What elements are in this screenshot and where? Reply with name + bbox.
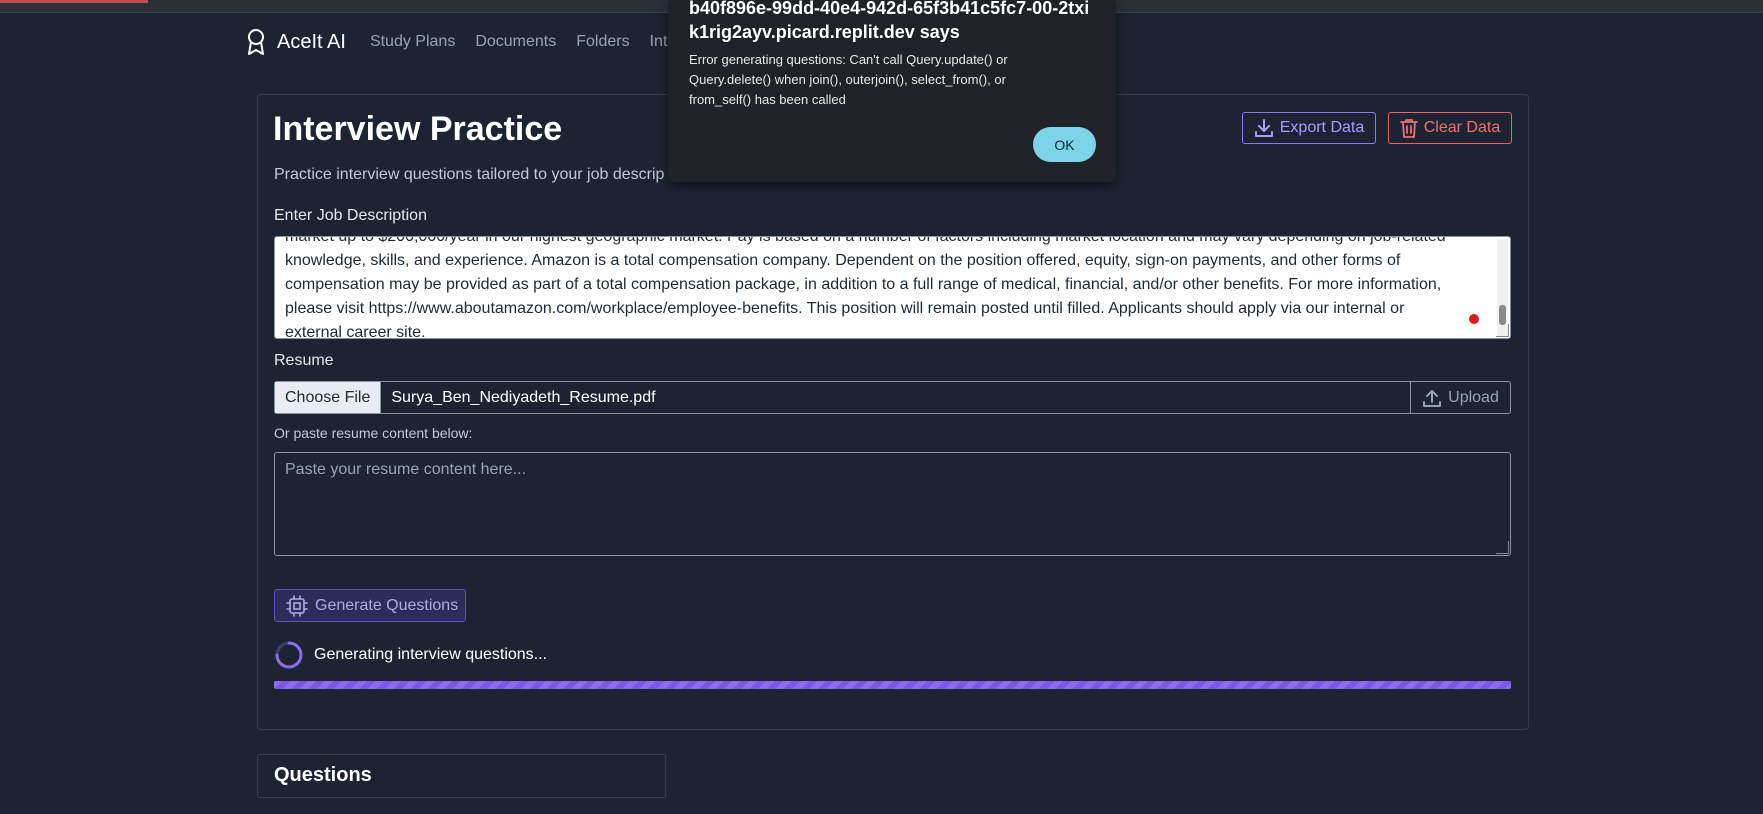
nav-link-documents[interactable]: Documents (475, 33, 556, 51)
questions-title: Questions (274, 764, 372, 786)
job-description-line: knowledge, skills, and experience. Amazo… (285, 252, 1401, 269)
dialog-origin-text: b40f896e-99dd-40e4-942d-65f3b41c5fc7-00-… (689, 0, 1090, 42)
generate-questions-button[interactable]: Generate Questions (274, 589, 466, 622)
selected-file-name: Surya_Ben_Nediyadeth_Resume.pdf (391, 388, 656, 406)
download-icon (1254, 119, 1273, 137)
job-description-line: please visit https://www.aboutamazon.com… (285, 300, 1405, 317)
resume-file-input: Choose File Surya_Ben_Nediyadeth_Resume.… (274, 381, 1511, 414)
generation-progress-bar (274, 681, 1511, 689)
resume-content-textarea[interactable]: Paste your resume content here... (274, 452, 1511, 556)
generate-questions-label: Generate Questions (315, 596, 459, 614)
resume-placeholder: Paste your resume content here... (285, 461, 527, 478)
nav-link-folders[interactable]: Folders (576, 33, 629, 51)
page-title: Interview Practice (273, 110, 563, 148)
generation-status-text: Generating interview questions... (314, 646, 548, 663)
paste-resume-label: Or paste resume content below: (274, 425, 473, 441)
export-data-label: Export Data (1279, 119, 1365, 136)
job-description-scrollbar[interactable] (1497, 239, 1508, 336)
job-description-textarea[interactable]: market up to $200,000/year in our highes… (274, 236, 1511, 339)
trash-icon (1399, 119, 1418, 138)
clear-data-label: Clear Data (1423, 119, 1501, 136)
nav-link-study-plans[interactable]: Study Plans (370, 33, 455, 51)
resize-handle-icon[interactable] (1496, 541, 1509, 554)
job-description-text: market up to $200,000/year in our highes… (285, 236, 1485, 339)
grammar-indicator-icon[interactable] (1469, 314, 1479, 324)
page-subtitle: Practice interview questions tailored to… (274, 166, 665, 183)
brand-name[interactable]: AceIt AI (277, 31, 346, 54)
browser-tab-indicator (0, 0, 148, 3)
job-description-line: compensation may be provided as part of … (285, 276, 1442, 293)
resume-label: Resume (274, 352, 334, 369)
cpu-icon (286, 594, 308, 617)
choose-file-button[interactable]: Choose File (275, 382, 382, 413)
job-description-line: external career site. (285, 324, 426, 339)
loading-spinner-icon (275, 641, 303, 669)
upload-icon (1423, 389, 1442, 407)
upload-label: Upload (1448, 388, 1499, 406)
top-nav: AceIt AI Study Plans Documents Folders I… (245, 26, 696, 58)
scrollbar-thumb[interactable] (1499, 305, 1506, 325)
upload-button[interactable]: Upload (1410, 382, 1510, 413)
dialog-message: Error generating questions: Can't call Q… (689, 52, 1008, 107)
clear-data-button[interactable]: Clear Data (1388, 112, 1512, 144)
alert-dialog: b40f896e-99dd-40e4-942d-65f3b41c5fc7-00-… (668, 0, 1116, 182)
job-description-line: market up to $200,000/year in our highes… (285, 236, 1446, 245)
resize-handle-icon[interactable] (1496, 324, 1509, 337)
award-icon (248, 29, 264, 55)
job-description-label: Enter Job Description (274, 207, 427, 224)
export-data-button[interactable]: Export Data (1242, 112, 1376, 144)
dialog-ok-button[interactable]: OK (1033, 127, 1096, 162)
